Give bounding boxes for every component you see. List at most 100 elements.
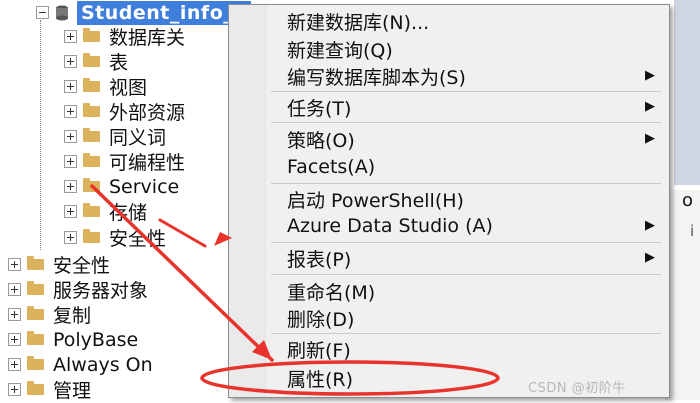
folder-icon: [83, 153, 100, 167]
tree-node-label: 数据库关: [109, 27, 186, 49]
expand-icon[interactable]: [8, 258, 21, 271]
menu-separator: [271, 274, 661, 275]
expand-icon[interactable]: [64, 205, 77, 218]
menu-item-azure-data-studio[interactable]: Azure Data Studio (A) ▶: [267, 212, 665, 240]
menu-item-delete[interactable]: 删除(D): [267, 304, 665, 332]
expand-icon[interactable]: [64, 30, 77, 43]
expand-icon[interactable]: [8, 383, 21, 396]
tree-node-server[interactable]: 安全性: [8, 252, 110, 277]
menu-item-script-database[interactable]: 编写数据库脚本为(S) ▶: [267, 62, 665, 90]
watermark: CSDN @初阶牛: [528, 381, 626, 396]
context-menu: 新建数据库(N)... 新建查询(Q) 编写数据库脚本为(S) ▶ 任务(T) …: [228, 4, 670, 398]
menu-item-label: 报表(P): [287, 248, 352, 271]
tree-node-label: PolyBase: [53, 328, 139, 351]
folder-icon: [27, 306, 44, 320]
menu-item-rename[interactable]: 重命名(M): [267, 277, 665, 305]
folder-icon: [83, 53, 100, 67]
folder-icon: [83, 78, 100, 92]
folder-icon: [83, 28, 100, 42]
menu-item-label: 启动 PowerShell(H): [287, 189, 464, 212]
menu-separator: [271, 183, 661, 184]
folder-icon: [27, 281, 44, 295]
background-panel-text: i: [690, 222, 695, 240]
folder-icon: [83, 128, 100, 142]
tree-node-label: Service: [109, 175, 180, 198]
tree-node-child[interactable]: 表: [64, 49, 128, 74]
folder-icon: [83, 229, 100, 243]
submenu-arrow-icon: ▶: [645, 131, 655, 146]
folder-icon: [83, 178, 100, 192]
expand-icon[interactable]: [64, 80, 77, 93]
folder-icon: [27, 381, 44, 395]
folder-icon: [83, 203, 100, 217]
menu-item-label: Azure Data Studio (A): [287, 215, 493, 237]
tree-node-label: 安全性: [109, 228, 167, 250]
menu-item-label: 编写数据库脚本为(S): [287, 66, 466, 89]
tree-node-server[interactable]: Always On: [8, 352, 153, 377]
tree-node-child[interactable]: 数据库关: [64, 24, 185, 49]
tree-node-server[interactable]: PolyBase: [8, 327, 138, 352]
expand-icon[interactable]: [64, 55, 77, 68]
tree-node-server[interactable]: 管理: [8, 377, 91, 402]
tree-node-child[interactable]: 外部资源: [64, 99, 185, 124]
tree-node-label: Always On: [53, 353, 153, 376]
submenu-arrow-icon: ▶: [645, 250, 655, 265]
tree-node-label: 管理: [53, 380, 92, 402]
menu-separator: [271, 122, 661, 123]
menu-item-label: 新建数据库(N)...: [287, 11, 430, 34]
expand-icon[interactable]: [8, 283, 21, 296]
menu-item-label: 重命名(M): [287, 281, 376, 304]
tree-node-child[interactable]: 可编程性: [64, 149, 185, 174]
expand-icon[interactable]: [64, 155, 77, 168]
folder-icon: [27, 331, 44, 345]
submenu-arrow-icon: ▶: [645, 68, 655, 83]
tree-node-label: 表: [109, 52, 129, 74]
tree-node-server[interactable]: 服务器对象: [8, 277, 148, 302]
background-window-strip: [674, 0, 700, 185]
submenu-arrow-icon: ▶: [645, 218, 655, 233]
tree-node-label: 安全性: [53, 255, 111, 277]
tree-node-label: 视图: [109, 77, 148, 99]
menu-item-refresh[interactable]: 刷新(F): [267, 335, 665, 363]
menu-item-new-database[interactable]: 新建数据库(N)...: [267, 7, 665, 35]
menu-item-label: 策略(O): [287, 129, 355, 152]
folder-icon: [27, 356, 44, 370]
menu-item-label: 删除(D): [287, 308, 355, 331]
tree-node-database[interactable]: Student_info_1: [36, 0, 251, 25]
tree-node-child[interactable]: 安全性: [64, 225, 166, 250]
tree-node-label: 可编程性: [109, 152, 186, 174]
menu-separator: [271, 91, 661, 92]
menu-item-label: Facets(A): [287, 156, 376, 178]
database-icon: [56, 5, 68, 20]
expand-icon[interactable]: [64, 180, 77, 193]
tree-node-child[interactable]: 存储: [64, 199, 147, 224]
collapse-icon[interactable]: [36, 6, 49, 19]
expand-icon[interactable]: [64, 130, 77, 143]
menu-item-label: 刷新(F): [287, 339, 351, 362]
menu-icon-gutter: [229, 5, 266, 397]
menu-separator: [271, 333, 661, 334]
menu-item-label: 任务(T): [287, 97, 352, 120]
database-node-label[interactable]: Student_info_1: [77, 0, 251, 25]
menu-item-label: 属性(R): [287, 368, 354, 391]
tree-node-child[interactable]: 同义词: [64, 124, 166, 149]
expand-icon[interactable]: [64, 231, 77, 244]
expand-icon[interactable]: [8, 333, 21, 346]
menu-separator: [271, 242, 661, 243]
tree-node-server[interactable]: 复制: [8, 302, 91, 327]
menu-item-policies[interactable]: 策略(O) ▶: [267, 125, 665, 153]
menu-item-reports[interactable]: 报表(P) ▶: [267, 244, 665, 272]
background-panel-text: o: [682, 190, 694, 211]
expand-icon[interactable]: [8, 308, 21, 321]
expand-icon[interactable]: [8, 358, 21, 371]
expand-icon[interactable]: [64, 105, 77, 118]
menu-item-tasks[interactable]: 任务(T) ▶: [267, 93, 665, 121]
menu-item-new-query[interactable]: 新建查询(Q): [267, 35, 665, 63]
background-panel: [665, 190, 700, 400]
menu-item-start-powershell[interactable]: 启动 PowerShell(H): [267, 185, 665, 213]
menu-item-label: 新建查询(Q): [287, 39, 393, 62]
menu-item-facets[interactable]: Facets(A): [267, 153, 665, 181]
tree-node-child[interactable]: 视图: [64, 74, 147, 99]
tree-node-child[interactable]: Service: [64, 174, 179, 199]
folder-icon: [27, 256, 44, 270]
